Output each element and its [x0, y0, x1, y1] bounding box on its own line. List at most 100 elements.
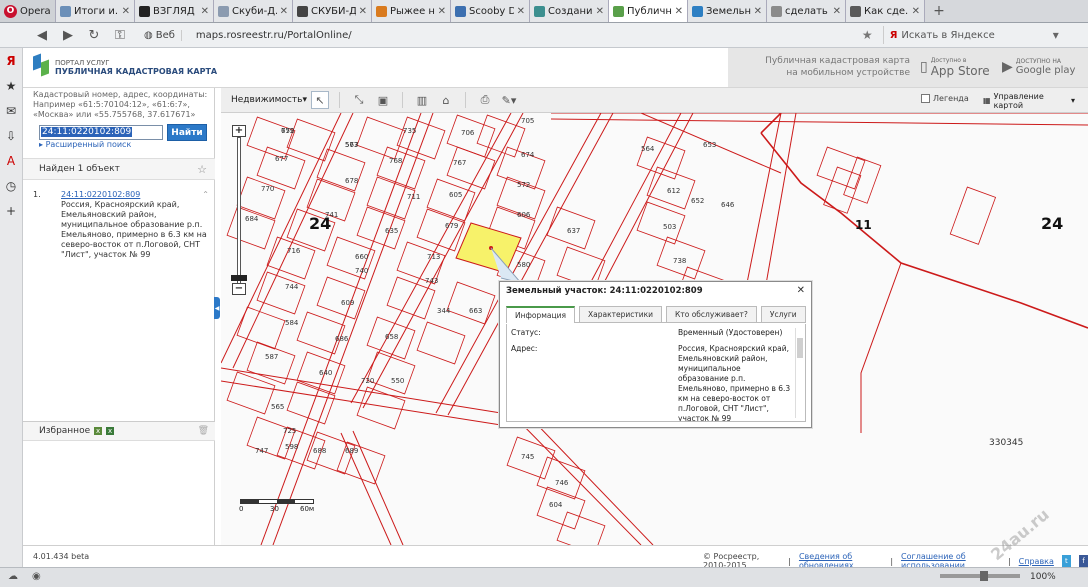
- measure-tool-icon[interactable]: ⤡: [350, 91, 368, 109]
- appstore-button[interactable]: ▯ Доступно в App Store: [916, 54, 992, 80]
- popup-scrollbar[interactable]: [795, 328, 803, 418]
- parcel-outline: [256, 146, 306, 190]
- tab-close-icon[interactable]: ✕: [280, 6, 288, 17]
- tab-close-icon[interactable]: ✕: [122, 6, 130, 17]
- tab-label: Итоги и...: [74, 5, 119, 17]
- tab-close-icon[interactable]: ✕: [675, 6, 683, 17]
- favorites-export-icon[interactable]: x: [94, 427, 103, 435]
- downloads-icon[interactable]: ⇩: [5, 129, 18, 143]
- tab-close-icon[interactable]: ✕: [833, 6, 841, 17]
- tab-favicon-icon: [297, 5, 308, 17]
- advanced-search-link[interactable]: ▸ Расширенный поиск: [39, 140, 131, 149]
- parcel-number: 705: [521, 117, 534, 125]
- security-badge[interactable]: ◍ Веб: [138, 29, 182, 41]
- tab-close-icon[interactable]: ✕: [201, 6, 209, 17]
- browser-tab[interactable]: Публичн...✕: [609, 0, 688, 22]
- history-icon[interactable]: ◷: [5, 179, 18, 193]
- page-zoom-slider[interactable]: [940, 571, 1020, 581]
- tab-characteristics[interactable]: Характеристики: [579, 306, 663, 322]
- collapse-panel-handle[interactable]: ◀: [214, 297, 220, 319]
- result-link[interactable]: 24:11:0220102:809: [61, 190, 215, 200]
- add-panel-icon[interactable]: +: [5, 204, 18, 218]
- result-item[interactable]: 1. 24:11:0220102:809 Россия, Красноярски…: [23, 190, 215, 260]
- building-tool-icon[interactable]: ▥: [413, 91, 431, 109]
- tab-close-icon[interactable]: ✕: [912, 6, 920, 17]
- parcel-number: 580: [517, 261, 530, 269]
- tab-label: Скуби-Д...: [232, 5, 277, 17]
- map-control-select[interactable]: ▦ Управление картой ▾: [981, 92, 1077, 110]
- zoom-track[interactable]: [237, 137, 241, 289]
- browser-tab[interactable]: Scooby D...✕: [451, 0, 530, 22]
- help-link[interactable]: Справка: [1019, 557, 1054, 566]
- twitter-icon[interactable]: t: [1061, 555, 1071, 567]
- menu-icon[interactable]: ▾: [1053, 28, 1059, 42]
- browser-tab[interactable]: ВЗГЛЯД ✕: [135, 0, 214, 22]
- tab-close-icon[interactable]: ✕: [596, 6, 604, 17]
- speed-dial-icon[interactable]: ◉: [32, 571, 48, 585]
- tab-close-icon[interactable]: ✕: [517, 6, 525, 17]
- opera-menu-button[interactable]: O Opera: [0, 0, 56, 22]
- facebook-icon[interactable]: f: [1078, 555, 1088, 567]
- tab-services[interactable]: Услуги: [760, 306, 806, 322]
- browser-tab[interactable]: СКУБИ-Д...✕: [293, 0, 372, 22]
- bookmarks-icon[interactable]: ★: [5, 79, 18, 93]
- zoom-in-button[interactable]: +: [232, 125, 246, 137]
- close-icon[interactable]: ✕: [797, 285, 805, 296]
- result-address: Россия, Красноярский край, Емельяновский…: [61, 200, 207, 259]
- googleplay-button[interactable]: ▶ ДОСТУПНО НА Google play: [1000, 54, 1080, 80]
- favorites-import-icon[interactable]: x: [106, 427, 115, 435]
- area-code-label: 330345: [989, 438, 1023, 448]
- tools-wrench-icon[interactable]: ✎▾: [500, 91, 518, 109]
- map-layers-icon[interactable]: ▣: [374, 91, 392, 109]
- tab-close-icon[interactable]: ✕: [438, 6, 446, 17]
- parcel-number: 678: [345, 177, 358, 185]
- browser-tab[interactable]: Итоги и...✕: [56, 0, 135, 22]
- parcel-number: 587: [265, 353, 278, 361]
- site-logo[interactable]: ПОРТАЛ УСЛУГ ПУБЛИЧНАЯ КАДАСТРОВАЯ КАРТА: [33, 53, 217, 79]
- url-field[interactable]: maps.rosreestr.ru/PortalOnline/: [192, 26, 852, 44]
- favorite-star-icon[interactable]: ☆: [197, 163, 207, 176]
- identify-tool-icon[interactable]: ↖: [311, 91, 329, 109]
- browser-tab[interactable]: Скуби-Д...✕: [214, 0, 293, 22]
- zoom-out-button[interactable]: −: [232, 283, 246, 295]
- tab-favicon-icon: [850, 5, 861, 17]
- unite-icon[interactable]: A: [5, 154, 18, 168]
- tab-who-serves[interactable]: Кто обслуживает?: [666, 306, 757, 322]
- zoom-slider-knob[interactable]: [231, 275, 247, 281]
- cloud-icon[interactable]: ☁: [8, 571, 24, 585]
- browser-tab[interactable]: Создани...✕: [530, 0, 609, 22]
- parcel-number: 605: [449, 191, 462, 199]
- browser-tab[interactable]: сделать с...✕: [767, 0, 846, 22]
- road-line: [221, 380, 502, 426]
- print-icon[interactable]: ⎙: [476, 91, 494, 109]
- parcel-outline: [446, 281, 496, 325]
- search-field[interactable]: Я Искать в Яндексе: [882, 26, 1043, 44]
- reload-icon[interactable]: ↻: [86, 28, 102, 43]
- parcel-number: 674: [521, 151, 535, 159]
- tab-close-icon[interactable]: ✕: [359, 6, 367, 17]
- new-tab-button[interactable]: +: [925, 0, 953, 22]
- tab-information[interactable]: Информация: [506, 306, 576, 323]
- scroll-up-icon[interactable]: ⌃: [202, 190, 209, 200]
- toolbar-divider: [402, 92, 403, 108]
- back-icon[interactable]: ◀: [34, 28, 50, 43]
- find-button[interactable]: Найти: [167, 124, 207, 141]
- browser-tab[interactable]: Рыжее н...✕: [372, 0, 451, 22]
- mail-icon[interactable]: ✉: [5, 104, 18, 118]
- address-value: Россия, Красноярский край, Емельяновский…: [678, 344, 791, 422]
- forward-icon[interactable]: ▶: [60, 28, 76, 43]
- tab-close-icon[interactable]: ✕: [754, 6, 762, 17]
- parcel-number: 745: [521, 453, 534, 461]
- cadastral-search-input[interactable]: [39, 125, 163, 140]
- key-icon[interactable]: ⚿: [112, 28, 128, 43]
- yandex-sidebar-icon[interactable]: Я: [5, 54, 18, 68]
- house-tool-icon[interactable]: ⌂: [437, 91, 455, 109]
- address-label: Адрес:: [511, 344, 538, 353]
- layer-select[interactable]: Недвижимость ▾: [229, 92, 307, 109]
- browser-tab[interactable]: Земельн...✕: [688, 0, 767, 22]
- trash-icon[interactable]: 🗑: [198, 426, 209, 436]
- globe-icon: ◍: [144, 29, 153, 41]
- legend-checkbox[interactable]: Легенда: [921, 94, 969, 103]
- bookmark-star-icon[interactable]: ★: [862, 28, 873, 42]
- browser-tab[interactable]: Как сде...✕: [846, 0, 925, 22]
